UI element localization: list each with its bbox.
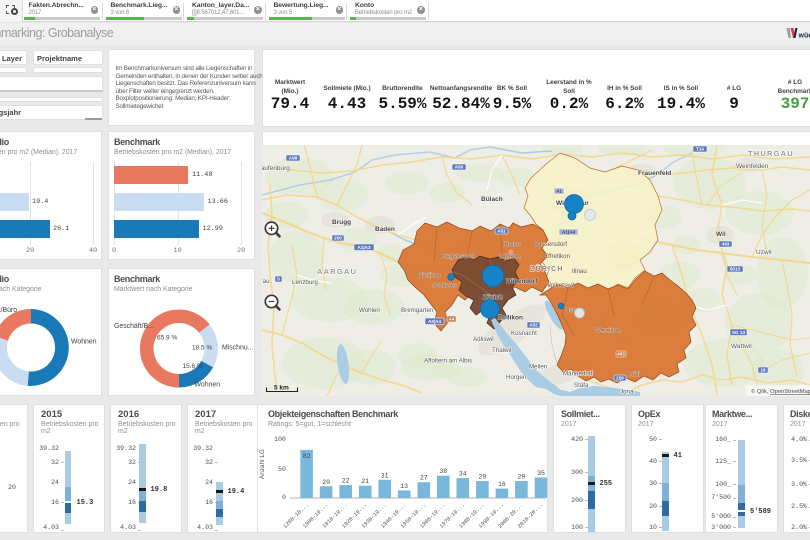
svg-text:82: 82 [303,453,311,460]
svg-text:22: 22 [342,478,350,485]
svg-text:38: 38 [439,468,447,475]
svg-text:© Qlik, OpenStreetMap: © Qlik, OpenStreetMap [751,388,810,395]
svg-text:Dübendorf: Dübendorf [506,278,538,285]
svg-text:T14: T14 [696,147,704,152]
svg-text:Wohnen: Wohnen [195,382,221,389]
svg-text:Geschäft/Büro: Geschäft/Büro [0,307,17,314]
svg-text:65.9 %: 65.9 % [157,335,177,342]
svg-text:260: 260 [334,236,342,241]
svg-text:Laufenburg: Laufenburg [262,165,290,172]
svg-text:Anzahl LG: Anzahl LG [259,449,266,479]
svg-text:31: 31 [381,472,389,479]
svg-text:A1|A3: A1|A3 [357,245,370,250]
svg-text:Wohnen: Wohnen [71,339,97,346]
svg-text:5: 5 [277,277,280,282]
svg-text:453: 453 [617,352,625,357]
svg-text:SG 13: SG 13 [732,330,745,335]
svg-text:AARGAU: AARGAU [317,267,357,276]
svg-text:Männedorf: Männedorf [563,371,593,378]
svg-text:5 km: 5 km [274,385,289,392]
svg-text:Baden: Baden [375,226,395,233]
svg-text:27: 27 [420,475,428,482]
svg-text:Adliswil: Adliswil [473,336,494,343]
svg-text:Aarau: Aarau [262,278,270,285]
svg-text:5013: 5013 [730,267,741,272]
svg-text:Zollikon: Zollikon [498,315,523,322]
svg-text:Meilen: Meilen [529,364,548,371]
svg-text:34: 34 [459,471,467,478]
svg-text:A3|A4: A3|A4 [428,319,441,324]
svg-text:THURGAU: THURGAU [748,149,794,158]
svg-text:Wil: Wil [716,231,726,238]
svg-text:Bülach: Bülach [481,196,503,203]
svg-text:16: 16 [760,368,766,373]
svg-text:443: 443 [722,242,730,247]
svg-text:Affoltern am Albis: Affoltern am Albis [424,358,472,365]
svg-text:Küsnacht: Küsnacht [511,330,537,337]
svg-text:A51: A51 [497,229,506,234]
svg-text:Bassersdorf: Bassersdorf [534,241,567,248]
svg-text:Wattwil: Wattwil [731,343,752,350]
svg-text:Stäfa: Stäfa [574,382,589,389]
svg-text:A4: A4 [449,317,455,322]
svg-text:Bremgarten: Bremgarten [401,307,434,314]
svg-text:21: 21 [361,478,369,485]
svg-text:A52: A52 [529,323,538,328]
svg-text:Kloten: Kloten [503,241,521,248]
svg-text:29: 29 [517,474,525,481]
svg-text:Horgen: Horgen [506,374,527,381]
svg-text:Effretikon: Effretikon [544,253,571,260]
svg-text:Weinfelden: Weinfelden [736,163,769,170]
svg-text:Lenzburg: Lenzburg [292,279,318,286]
svg-text:29: 29 [478,474,486,481]
svg-text:20: 20 [322,479,330,486]
svg-text:15.6 %: 15.6 % [183,363,203,370]
svg-text:35: 35 [537,470,545,477]
svg-text:Regensdorf: Regensdorf [442,253,474,260]
svg-text:A50: A50 [455,165,464,170]
svg-text:Wetzikon: Wetzikon [595,328,621,335]
svg-text:16: 16 [498,481,506,488]
svg-text:250: 250 [616,376,624,381]
svg-text:Rüti: Rüti [629,371,640,378]
svg-text:Thalwil: Thalwil [492,347,511,354]
svg-text:ZÜRICH: ZÜRICH [530,264,564,273]
svg-text:18.5 %: 18.5 % [192,345,212,352]
svg-text:Schlieren: Schlieren [432,282,458,289]
svg-text:Jona: Jona [620,389,634,396]
svg-text:Dietikon: Dietikon [418,272,441,279]
svg-text:Brugg: Brugg [332,219,351,226]
svg-text:Illnau: Illnau [572,268,587,275]
svg-text:Wohlen: Wohlen [359,307,380,314]
svg-text:wüe: wüe [798,33,810,40]
svg-text:A1: A1 [556,189,562,194]
svg-text:Mischnu...: Mischnu... [222,345,253,352]
svg-text:A1|A4: A1|A4 [562,230,575,235]
svg-text:Geschäft/B...: Geschäft/B... [114,323,154,330]
svg-text:13: 13 [400,483,408,490]
svg-text:Frauenfeld: Frauenfeld [638,170,671,177]
svg-text:Uzwil: Uzwil [756,249,772,256]
svg-text:Volketswil: Volketswil [547,282,574,289]
svg-text:A98: A98 [289,156,298,161]
